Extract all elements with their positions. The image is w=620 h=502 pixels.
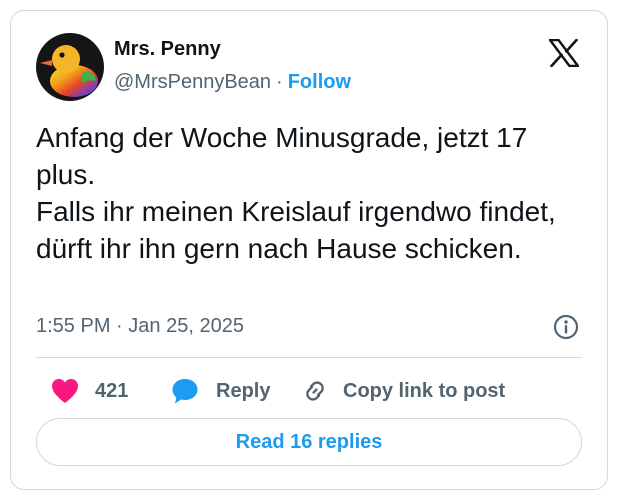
author-handle[interactable]: @MrsPennyBean [114, 71, 271, 93]
tweet-date: Jan 25, 2025 [128, 315, 244, 337]
like-button[interactable]: 421 [51, 376, 128, 406]
avatar[interactable] [36, 33, 104, 101]
tweet-text: Anfang der Woche Minusgrade, jetzt 17 pl… [36, 119, 576, 267]
copy-link-button[interactable]: Copy link to post [301, 376, 505, 406]
x-logo-icon[interactable] [548, 38, 580, 68]
heart-icon [51, 378, 79, 404]
author-name[interactable]: Mrs. Penny [114, 38, 221, 61]
tweet-time: 1:55 PM [36, 315, 111, 337]
read-replies-label: Read 16 replies [235, 430, 383, 453]
divider [36, 357, 582, 358]
handle-separator: · [276, 71, 283, 93]
copy-link-label: Copy link to post [343, 379, 506, 402]
link-icon [301, 377, 329, 405]
tweet-card: Mrs. Penny @MrsPennyBean · Follow Anfang d… [10, 10, 608, 490]
author-handle-row: @MrsPennyBean · Follow [114, 71, 351, 94]
reply-button[interactable]: Reply [171, 376, 270, 406]
rubber-duck-avatar-image [36, 33, 104, 101]
timestamp-separator: · [116, 315, 123, 337]
follow-button[interactable]: Follow [288, 71, 351, 93]
tweet-line-1: Anfang der Woche Minusgrade, jetzt 17 pl… [36, 122, 528, 190]
read-replies-button[interactable]: Read 16 replies [36, 418, 582, 466]
tweet-line-2: Falls ihr meinen Kreislauf irgendwo find… [36, 196, 556, 264]
speech-bubble-icon [171, 377, 199, 405]
info-icon[interactable] [553, 314, 579, 340]
tweet-timestamp[interactable]: 1:55 PM · Jan 25, 2025 [36, 315, 244, 338]
reply-label: Reply [216, 379, 271, 402]
like-count: 421 [95, 379, 129, 402]
